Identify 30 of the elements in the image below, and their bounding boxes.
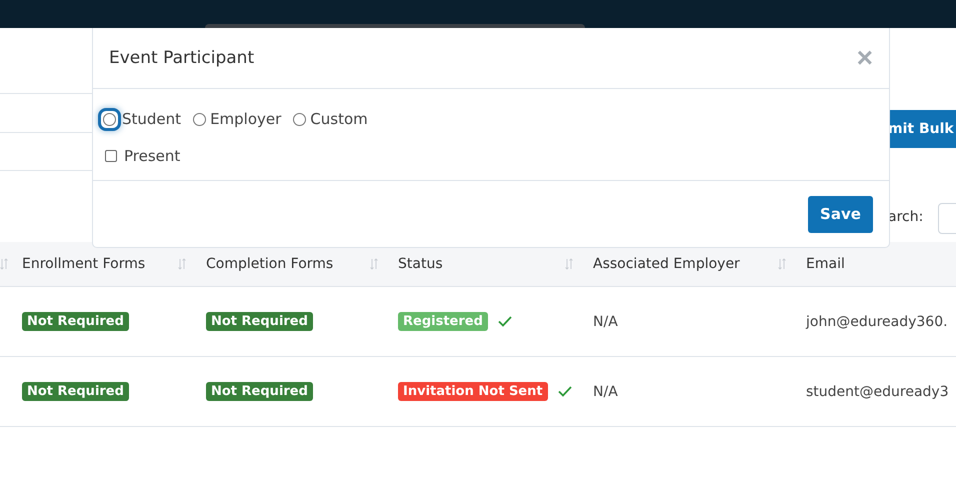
status-badge: Not Required [206, 382, 313, 401]
column-header[interactable]: Associated Employer [593, 256, 740, 272]
radio-label[interactable]: Student [122, 110, 182, 128]
radio-button[interactable] [193, 112, 206, 126]
employer-text: N/A [593, 384, 618, 400]
status-badge: Invitation Not Sent [398, 382, 548, 401]
radio-label[interactable]: Employer [210, 110, 282, 128]
status-badge: Registered [398, 312, 488, 331]
email-text: student@eduready3 [806, 384, 949, 400]
radio-button[interactable] [293, 112, 306, 126]
sort-icon[interactable] [178, 258, 186, 270]
search-label: arch: [888, 209, 924, 225]
checkbox[interactable] [105, 150, 117, 162]
status-badge: Not Required [206, 312, 313, 331]
column-header[interactable]: Email [806, 256, 845, 272]
email-text: john@eduready360. [806, 314, 948, 330]
column-header[interactable]: Enrollment Forms [22, 256, 146, 272]
sort-icon[interactable] [370, 258, 378, 270]
sort-icon[interactable] [0, 258, 8, 270]
column-header[interactable]: Completion Forms [206, 256, 334, 272]
column-header[interactable]: Status [398, 256, 443, 272]
checkbox-label[interactable]: Present [124, 147, 180, 165]
status-badge: Not Required [22, 382, 129, 401]
status-badge: Not Required [22, 312, 129, 331]
sort-icon[interactable] [565, 258, 573, 270]
radio-label[interactable]: Custom [310, 110, 368, 128]
save-button[interactable]: Save [808, 196, 873, 232]
sort-icon[interactable] [778, 258, 786, 270]
modal-title: Event Participant [109, 48, 254, 68]
employer-text: N/A [593, 314, 618, 330]
